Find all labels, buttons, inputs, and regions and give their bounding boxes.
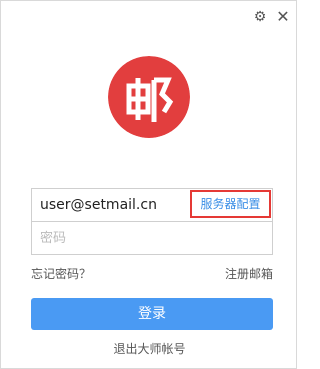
exit-master-account-link[interactable]: 退出大师帐号	[1, 340, 298, 357]
gear-icon[interactable]: ⚙	[250, 7, 270, 27]
close-icon[interactable]: ✕	[273, 7, 293, 27]
helper-links: 忘记密码？ 注册邮箱	[31, 265, 273, 282]
password-field[interactable]	[31, 222, 273, 255]
login-window: ⚙ ✕ user@setmail.cn 服务器配置 忘记密码？ 注册邮箱 登录 …	[0, 0, 297, 369]
forgot-password-link[interactable]: 忘记密码？	[31, 267, 91, 281]
login-button[interactable]: 登录	[31, 298, 273, 330]
mail-logo-icon	[108, 56, 190, 138]
password-input[interactable]	[32, 222, 272, 254]
login-form: user@setmail.cn 服务器配置	[31, 188, 273, 255]
server-config-button[interactable]: 服务器配置	[190, 190, 271, 218]
register-link[interactable]: 注册邮箱	[225, 265, 273, 282]
email-value[interactable]: user@setmail.cn	[40, 189, 157, 221]
email-field[interactable]: user@setmail.cn 服务器配置	[31, 188, 273, 222]
